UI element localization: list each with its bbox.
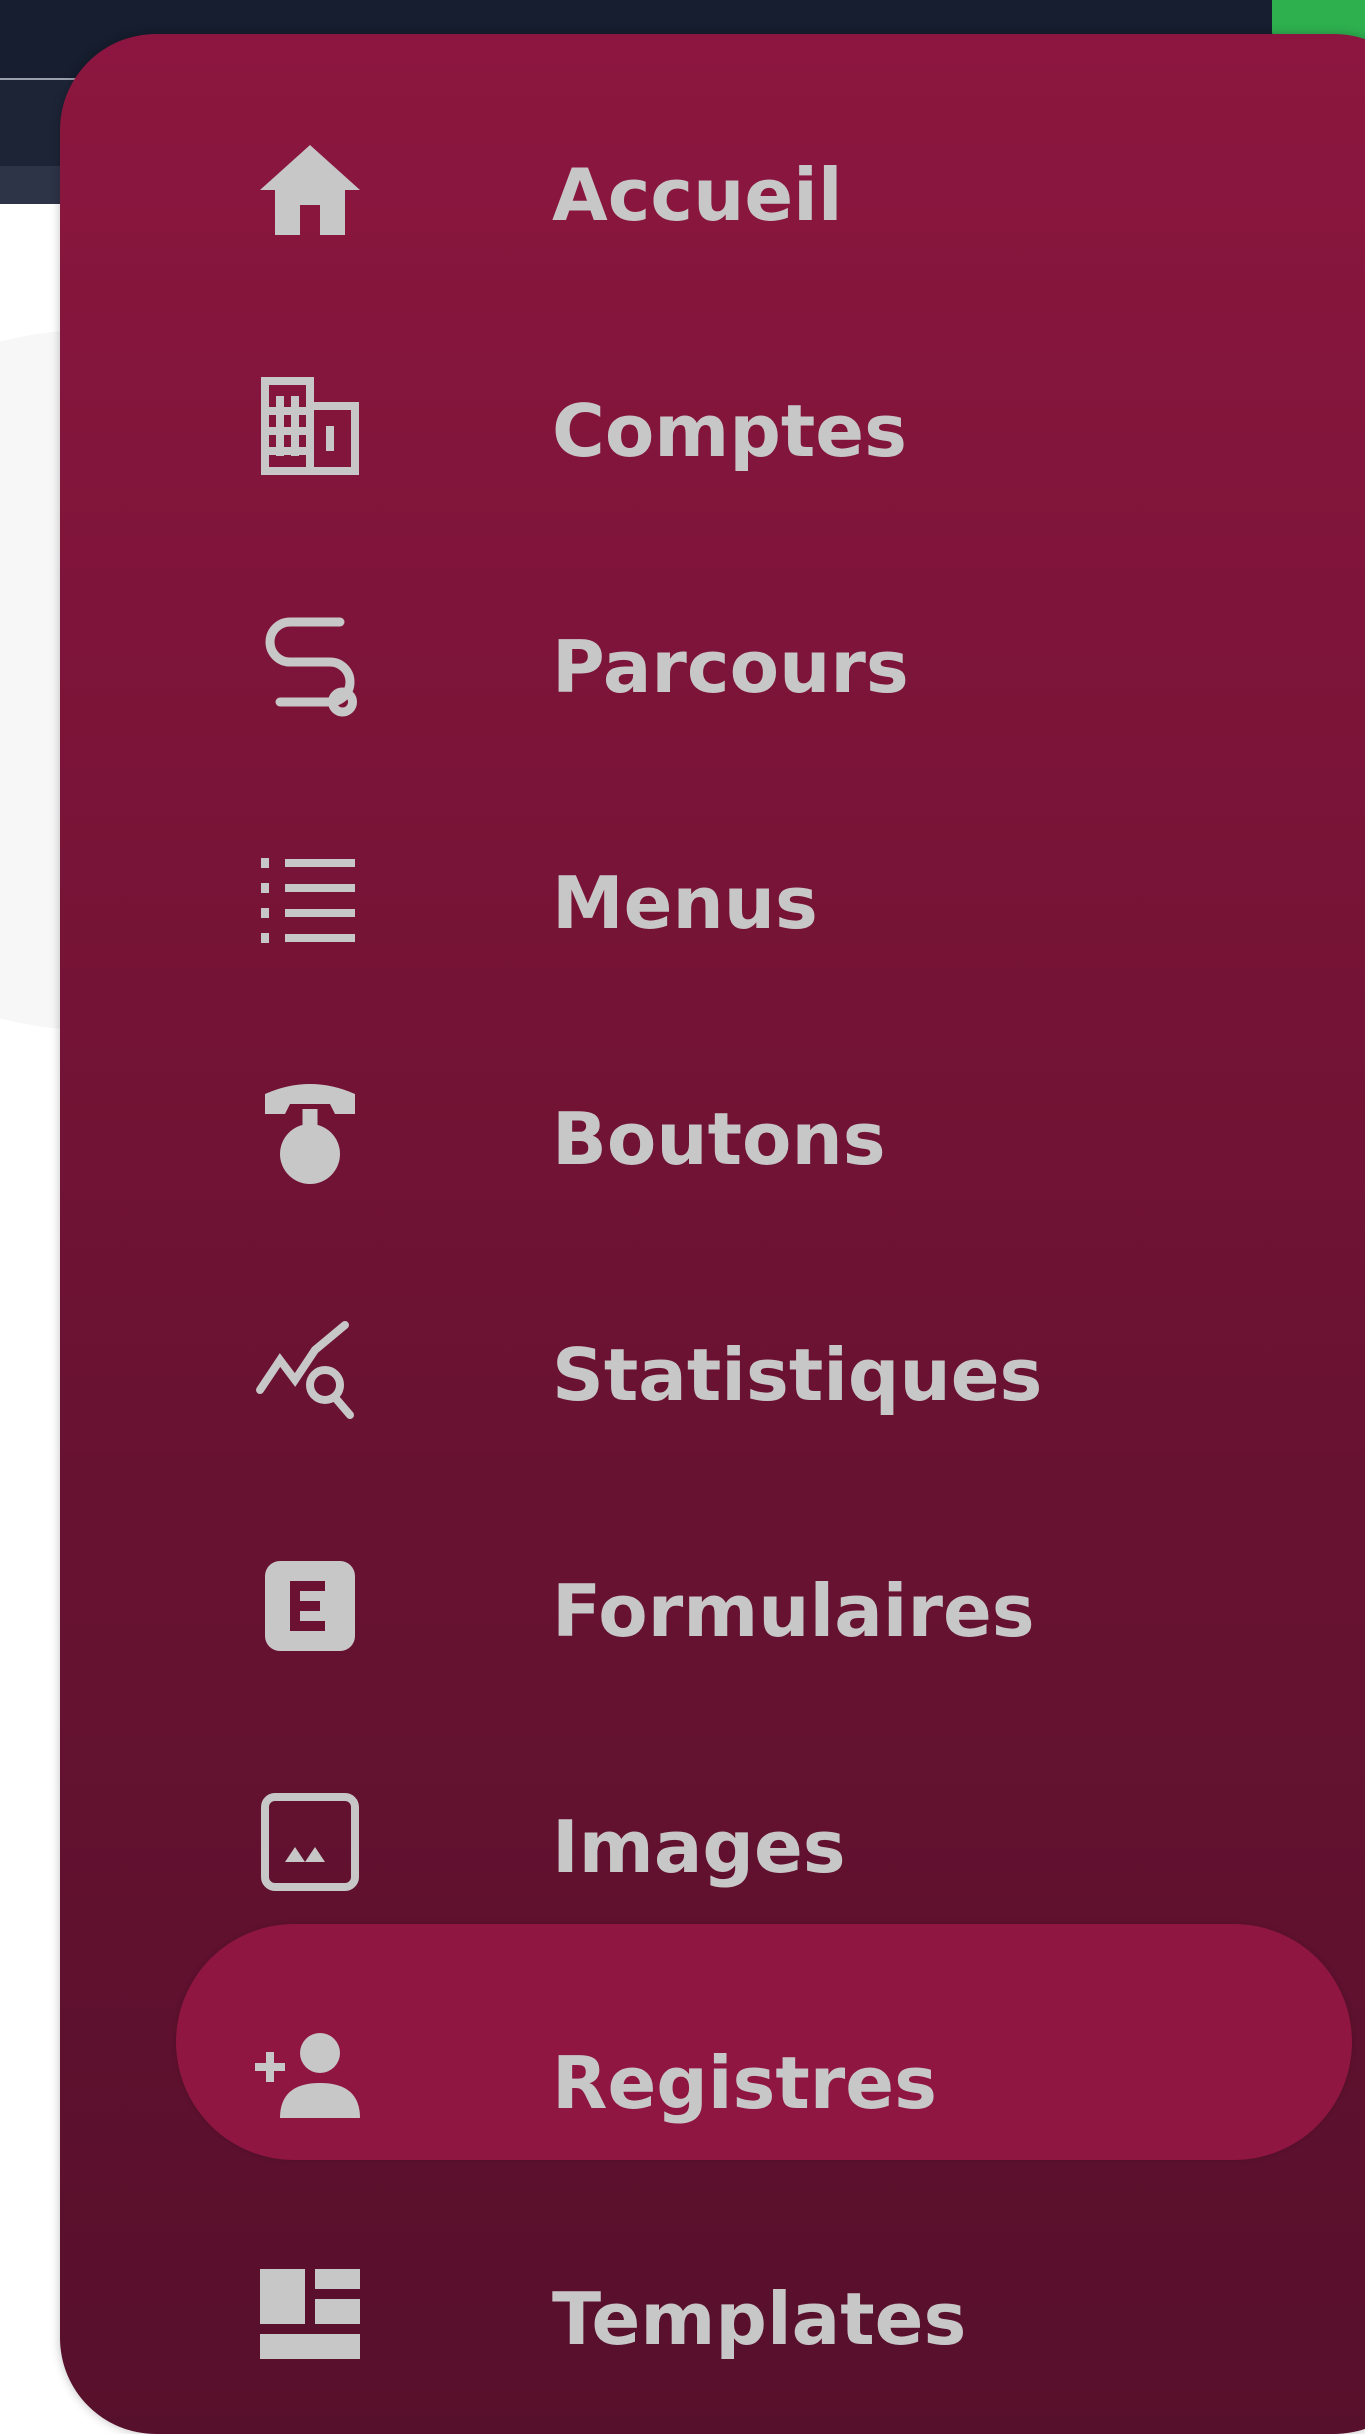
list-icon[interactable] bbox=[250, 838, 370, 958]
sidebar-nav: Accueil Comptes Parcours Menus Boutons S… bbox=[60, 34, 1365, 2434]
sidebar-item-formulaires[interactable]: Formulaires bbox=[552, 1575, 1035, 1647]
template-icon[interactable] bbox=[250, 2254, 370, 2374]
sidebar-item-comptes[interactable]: Comptes bbox=[552, 395, 907, 467]
route-icon[interactable] bbox=[250, 602, 370, 722]
home-icon[interactable] bbox=[250, 130, 370, 250]
form-icon[interactable] bbox=[250, 1546, 370, 1666]
sidebar-item-parcours[interactable]: Parcours bbox=[552, 631, 909, 703]
sidebar-item-images[interactable]: Images bbox=[552, 1811, 846, 1883]
sidebar-item-templates[interactable]: Templates bbox=[552, 2283, 966, 2355]
sidebar-item-registres[interactable]: Registres bbox=[552, 2047, 937, 2119]
sidebar-item-statistiques[interactable]: Statistiques bbox=[552, 1339, 1042, 1411]
add-user-icon[interactable] bbox=[250, 2018, 370, 2138]
building-icon[interactable] bbox=[250, 366, 370, 486]
stats-search-icon[interactable] bbox=[250, 1310, 370, 1430]
phone-button-icon[interactable] bbox=[250, 1074, 370, 1194]
sidebar-item-accueil[interactable]: Accueil bbox=[552, 159, 843, 231]
sidebar-item-boutons[interactable]: Boutons bbox=[552, 1103, 886, 1175]
sidebar: Accueil Comptes Parcours Menus Boutons S… bbox=[60, 34, 1365, 2434]
sidebar-item-menus[interactable]: Menus bbox=[552, 867, 818, 939]
image-icon[interactable] bbox=[250, 1782, 370, 1902]
